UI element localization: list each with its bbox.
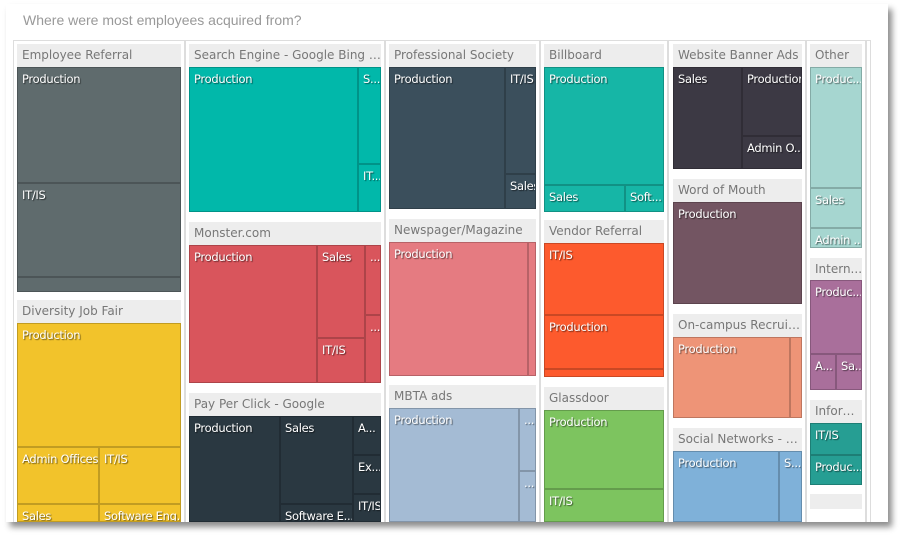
group-header-employee-referral[interactable]: Employee Referral <box>17 44 181 67</box>
treemap-cell-mbta-ads-production[interactable]: Production <box>389 408 519 522</box>
treemap-cell-social-networks-fa-production[interactable]: Production <box>673 451 779 522</box>
treemap-cell-search-engine-google-bing-yah-it[interactable]: IT... <box>358 164 381 212</box>
treemap-cell-billboard-soft[interactable]: Soft... <box>625 185 664 212</box>
treemap-cell-pay-per-click-google-software-e[interactable]: Software E... <box>280 504 353 522</box>
treemap-cell-social-networks-fa-s[interactable]: S... <box>779 451 802 522</box>
treemap-cell-inform-it-is[interactable]: IT/IS <box>810 423 862 455</box>
treemap-cell-website-banner-ads-production[interactable]: Production <box>742 67 802 136</box>
treemap-cell-monster-com-production[interactable]: Production <box>189 245 317 383</box>
treemap-cell-diversity-job-fair-sales[interactable]: Sales <box>17 504 99 522</box>
treemap-cell-on-campus-recruiting-blank[interactable] <box>790 337 802 418</box>
group-header-word-of-mouth[interactable]: Word of Mouth <box>673 179 802 202</box>
treemap-cell-monster-com-sales[interactable]: Sales <box>317 245 365 338</box>
treemap-cell-search-engine-google-bing-yah-production[interactable]: Production <box>189 67 358 212</box>
group-header-mbta-ads[interactable]: MBTA ads <box>389 385 536 408</box>
group-header-search-engine-google-bing-yah[interactable]: Search Engine - Google Bing Yah... <box>189 44 381 67</box>
treemap-cell-monster-com-blank[interactable]: ... <box>365 315 381 383</box>
treemap-cell-intern-a[interactable]: A... <box>810 354 836 390</box>
treemap-cell-glassdoor-production[interactable]: Production <box>544 410 664 489</box>
treemap-cell-pay-per-click-google-it-is[interactable]: IT/IS <box>353 494 381 522</box>
treemap-cell-billboard-sales[interactable]: Sales <box>544 185 625 212</box>
group-header-website-banner-ads[interactable]: Website Banner Ads <box>673 44 802 67</box>
group-header-diversity-job-fair[interactable]: Diversity Job Fair <box>17 300 181 323</box>
group-header-on-campus-recruiting[interactable]: On-campus Recruiting <box>673 314 802 337</box>
group-header-inform[interactable]: Inform... <box>810 400 862 423</box>
treemap-cell-pay-per-click-google-ex[interactable]: Ex... <box>353 455 381 494</box>
treemap-cell-employee-referral-blank[interactable] <box>17 277 181 292</box>
treemap-cell-monster-com-it-is[interactable]: IT/IS <box>317 338 365 383</box>
treemap-cell-mbta-ads-blank[interactable]: ... <box>519 408 536 471</box>
treemap-cell-pay-per-click-google-sales[interactable]: Sales <box>280 416 353 504</box>
treemap-cell-professional-society-sales[interactable]: Sales <box>505 174 536 209</box>
treemap-column <box>866 40 871 522</box>
treemap-cell-vendor-referral-blank[interactable] <box>544 369 664 377</box>
treemap-cell-website-banner-ads-admin-o[interactable]: Admin O... <box>742 136 802 169</box>
treemap-cell-other-sales[interactable]: Sales <box>810 188 862 228</box>
treemap-cell-glassdoor-it-is[interactable]: IT/IS <box>544 489 664 522</box>
group-header-glassdoor[interactable]: Glassdoor <box>544 387 664 410</box>
treemap-cell-professional-society-it-is[interactable]: IT/IS <box>505 67 536 174</box>
treemap-cell-professional-society-production[interactable]: Production <box>389 67 505 209</box>
treemap-cell-intern-sa[interactable]: Sa... <box>836 354 862 390</box>
treemap-cell-billboard-production[interactable]: Production <box>544 67 664 185</box>
group-header-professional-society[interactable]: Professional Society <box>389 44 536 67</box>
treemap-cell-word-of-mouth-production[interactable]: Production <box>673 202 802 304</box>
treemap-cell-pay-per-click-google-a[interactable]: A... <box>353 416 381 455</box>
treemap-cell-pay-per-click-google-production[interactable]: Production <box>189 416 280 522</box>
treemap-cell-vendor-referral-it-is[interactable]: IT/IS <box>544 243 664 315</box>
treemap-cell-diversity-job-fair-admin-offices[interactable]: Admin Offices <box>17 447 99 504</box>
treemap-cell-vendor-referral-production[interactable]: Production <box>544 315 664 369</box>
treemap-cell-inform-produc[interactable]: Produc... <box>810 455 862 485</box>
treemap-cell-other-admin[interactable]: Admin ... <box>810 228 862 248</box>
treemap-cell-diversity-job-fair-it-is[interactable]: IT/IS <box>99 447 181 504</box>
group-header-billboard[interactable]: Billboard <box>544 44 664 67</box>
group-header-blank[interactable] <box>810 494 862 509</box>
treemap-cell-intern-produc[interactable]: Produc... <box>810 280 862 354</box>
treemap-cell-website-banner-ads-sales[interactable]: Sales <box>673 67 742 169</box>
treemap-cell-monster-com-blank[interactable]: ... <box>365 245 381 315</box>
group-header-vendor-referral[interactable]: Vendor Referral <box>544 220 664 243</box>
treemap-cell-mbta-ads-blank[interactable]: ... <box>519 471 536 522</box>
group-header-other[interactable]: Other <box>810 44 862 67</box>
treemap-cell-employee-referral-it-is[interactable]: IT/IS <box>17 183 181 277</box>
treemap-cell-newspager-magazine-blank[interactable] <box>528 242 536 376</box>
treemap-cell-diversity-job-fair-software-eng[interactable]: Software Eng... <box>99 504 181 522</box>
treemap-cell-other-produc[interactable]: Produc... <box>810 67 862 188</box>
group-header-monster-com[interactable]: Monster.com <box>189 222 381 245</box>
treemap-cell-diversity-job-fair-production[interactable]: Production <box>17 323 181 447</box>
treemap-cell-newspager-magazine-production[interactable]: Production <box>389 242 528 376</box>
group-header-social-networks-fa[interactable]: Social Networks - Fa... <box>673 428 802 451</box>
treemap-cell-search-engine-google-bing-yah-s[interactable]: S... <box>358 67 381 164</box>
treemap-cell-on-campus-recruiting-production[interactable]: Production <box>673 337 790 418</box>
group-header-intern[interactable]: Intern... <box>810 258 862 280</box>
treemap[interactable]: Employee Referral Production IT/IS Diversit… <box>0 0 905 522</box>
group-header-newspager-magazine[interactable]: Newspager/Magazine <box>389 219 536 242</box>
treemap-cell-employee-referral-production[interactable]: Production <box>17 67 181 183</box>
group-header-pay-per-click-google[interactable]: Pay Per Click - Google <box>189 393 381 416</box>
